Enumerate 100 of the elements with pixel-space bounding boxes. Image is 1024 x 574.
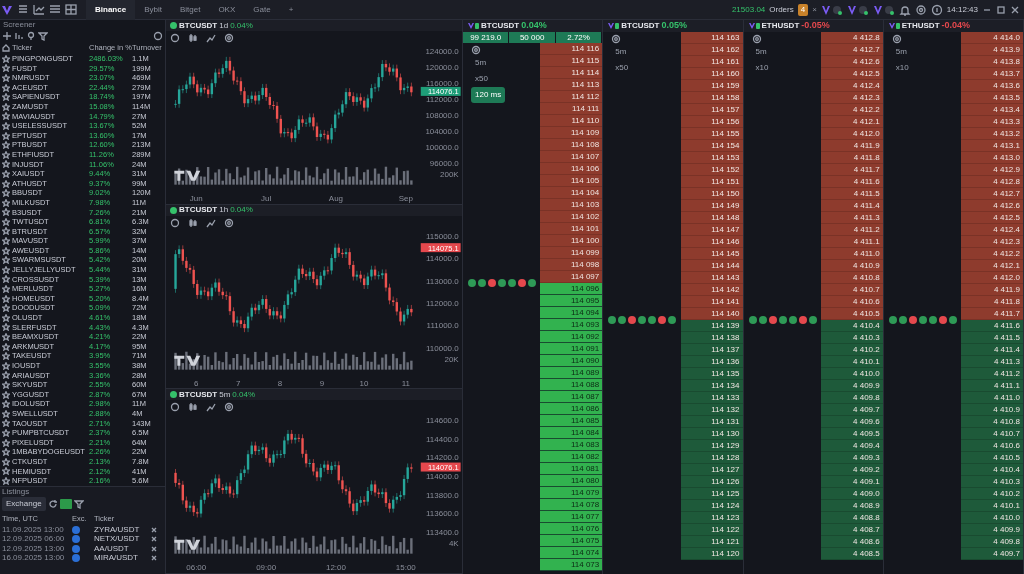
axis-label: Aug: [328, 193, 344, 203]
ask-price: 4 412.9: [961, 164, 1023, 176]
bid-price: 114 126: [680, 476, 743, 488]
bid-price: 114 074: [540, 547, 603, 559]
orders-label: Orders: [769, 3, 794, 16]
bid-price: 114 085: [540, 415, 603, 427]
bid-price: 114 129: [680, 440, 743, 452]
ask-price: 114 140: [680, 308, 743, 320]
bid-price: 114 076: [540, 523, 603, 535]
bid-price: 114 089: [540, 367, 603, 379]
axis-label: 113400.0: [426, 527, 459, 537]
scale-button[interactable]: 5m: [751, 44, 771, 60]
ask-price: 114 116: [540, 43, 603, 55]
exchange-tab[interactable]: Gate: [244, 0, 280, 20]
bid-price: 4 410.2: [820, 344, 883, 356]
bid-price: 4 409.8: [961, 536, 1023, 548]
listing-ticker: ZYRA/USDT: [94, 523, 141, 536]
ask-price: 114 112: [540, 91, 603, 103]
scale-button[interactable]: x10: [891, 60, 913, 76]
ask-price: 4 413.1: [961, 140, 1023, 152]
ask-price: 4 412.3: [820, 92, 883, 104]
ask-price: 4 412.0: [820, 128, 883, 140]
ask-price: 4 412.4: [820, 80, 883, 92]
ask-price: 4 412.5: [961, 212, 1023, 224]
scale-button[interactable]: 5m: [611, 44, 631, 60]
bid-price: 114 083: [540, 439, 603, 451]
symbol-text: BTCUSDT: [179, 19, 218, 32]
axis-label: Jun: [189, 193, 203, 203]
summary-cell: 50 000: [509, 32, 556, 43]
axis-label: 114000.0: [426, 472, 459, 481]
axis-label: 15:00: [395, 562, 416, 572]
scale-button[interactable]: x50: [471, 71, 492, 87]
scale-button[interactable]: 120 ms: [471, 87, 506, 103]
bid-price: 114 134: [680, 380, 743, 392]
scale-button[interactable]: 5m: [891, 44, 911, 60]
bid-price: 114 123: [680, 512, 743, 524]
change-text: 0.04%: [521, 19, 547, 33]
ask-price: 4 411.1: [820, 236, 883, 248]
axis-label: 6: [194, 378, 199, 388]
exchange-tab[interactable]: Bybit: [135, 0, 171, 20]
add-tab-button[interactable]: +: [279, 0, 303, 20]
bid-price: 114 093: [540, 319, 603, 331]
ask-price: 4 410.6: [820, 296, 883, 308]
ask-price: 114 098: [540, 259, 603, 271]
ask-price: 114 102: [540, 211, 603, 223]
ask-price: 4 411.9: [820, 140, 883, 152]
orders-close-button[interactable]: ×: [812, 0, 817, 20]
ask-price: 4 412.0: [961, 272, 1023, 284]
clock-text: 14:12:43: [946, 3, 978, 16]
scale-button[interactable]: x50: [611, 60, 633, 76]
bid-price: 4 410.0: [961, 512, 1023, 524]
orders-count: 4: [797, 3, 809, 16]
ask-price: 114 115: [540, 55, 603, 67]
ask-price: 114 144: [680, 260, 743, 272]
ask-price: 114 143: [680, 272, 743, 284]
bid-price: 4 409.5: [820, 428, 883, 440]
ask-price: 4 412.2: [820, 104, 883, 116]
ask-price: 4 411.8: [961, 296, 1023, 308]
ask-price: 4 412.6: [961, 200, 1023, 212]
change-text: -0.05%: [801, 19, 830, 33]
bid-price: 4 411.0: [961, 392, 1023, 404]
scale-button[interactable]: x10: [751, 60, 773, 76]
bid-price: 114 131: [680, 416, 743, 428]
ask-price: 4 412.2: [961, 248, 1023, 260]
bid-price: 4 410.6: [961, 440, 1023, 452]
ask-price: 4 411.0: [820, 248, 883, 260]
ask-price: 114 110: [540, 115, 603, 127]
exchange-tab[interactable]: OKX: [209, 0, 245, 20]
bid-price: 114 127: [680, 464, 743, 476]
bid-price: 114 077: [540, 511, 603, 523]
exchange-dropdown[interactable]: Exchange: [2, 496, 46, 511]
ask-price: 4 412.5: [820, 68, 883, 80]
bid-price: 114 139: [680, 320, 743, 332]
ask-price: 114 114: [540, 67, 603, 79]
ask-price: 114 108: [540, 139, 603, 151]
axis-label: 09:00: [256, 562, 277, 572]
bid-price: 4 410.2: [961, 488, 1023, 500]
bid-price: 114 128: [680, 452, 743, 464]
ask-price: 4 411.5: [820, 188, 883, 200]
bid-price: 4 411.5: [961, 332, 1023, 344]
scale-button[interactable]: 5m: [471, 55, 491, 71]
exchange-tab[interactable]: Binance: [86, 0, 136, 20]
ask-price: 114 105: [540, 175, 603, 187]
axis-label: 114600.0: [426, 416, 459, 426]
axis-label: 113000.0: [426, 276, 459, 286]
ask-price: 114 151: [680, 176, 743, 188]
axis-label: 120000.0: [425, 62, 459, 72]
ask-price: 114 150: [680, 188, 743, 200]
change-text: 0.04%: [232, 388, 256, 401]
interval-text: 1h: [219, 204, 229, 217]
symbol-text: ETHUSDT: [901, 20, 940, 32]
exchange-tab[interactable]: Bitget: [170, 0, 210, 20]
ask-price: 114 156: [680, 116, 743, 128]
ask-price: 4 413.9: [961, 44, 1023, 56]
bid-price: 4 410.3: [961, 476, 1023, 488]
ask-price: 4 410.9: [820, 260, 883, 272]
axis-label: 06:00: [186, 562, 207, 572]
ask-price: 114 158: [680, 92, 743, 104]
axis-label: 114200.0: [426, 453, 459, 463]
bid-price: 4 409.9: [961, 524, 1023, 536]
